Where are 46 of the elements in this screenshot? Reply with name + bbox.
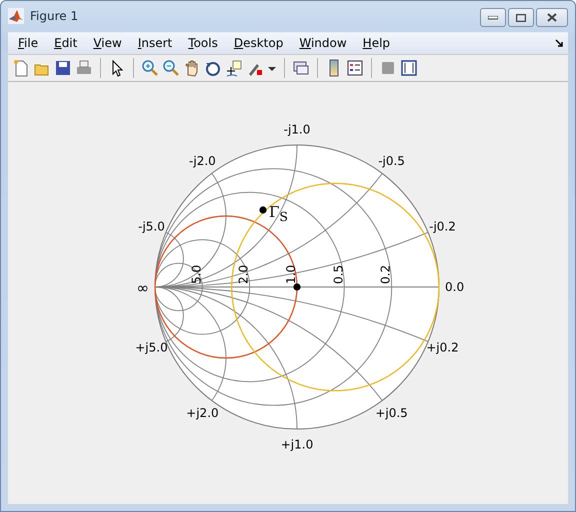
resistance-label: 0.2: [378, 264, 393, 284]
menu-item[interactable]: Tools: [180, 36, 226, 50]
window-title: Figure 1: [30, 9, 78, 24]
maximize-button[interactable]: [508, 8, 534, 27]
menu-item[interactable]: File: [10, 36, 46, 50]
close-button[interactable]: [536, 8, 568, 27]
infinity-label: ∞: [136, 279, 149, 297]
close-icon: [547, 13, 557, 22]
reactance-label: -j0.2: [429, 219, 456, 234]
reactance-label: -j0.5: [378, 154, 405, 168]
maximize-icon: [516, 14, 526, 22]
menu-item[interactable]: Help: [354, 36, 398, 50]
reactance-label: +j0.5: [375, 406, 408, 420]
reactance-label: +j5.0: [135, 340, 168, 355]
zoom-out-icon[interactable]: [162, 59, 180, 78]
menu-item[interactable]: Insert: [130, 36, 180, 50]
linked-windows-icon[interactable]: [292, 59, 310, 78]
reactance-label: -j2.0: [189, 154, 216, 168]
reactance-label: +j2.0: [186, 406, 219, 420]
app-logo-icon: [8, 8, 24, 24]
point-marker: [259, 206, 267, 214]
data-cursor-icon[interactable]: [225, 59, 243, 78]
resistance-label: 5.0: [189, 264, 204, 284]
reactance-label: +j1.0: [280, 438, 314, 452]
minimize-icon: [488, 16, 498, 20]
rotate-icon[interactable]: [204, 59, 222, 78]
menu-item[interactable]: Window: [291, 36, 355, 50]
panel-window-icon[interactable]: [400, 59, 418, 78]
resistance-label: 0.5: [331, 264, 346, 284]
resistance-label: 1.0: [284, 264, 298, 284]
resistance-label: 2.0: [236, 264, 251, 284]
reactance-label: -j1.0: [284, 122, 310, 136]
zoom-in-icon[interactable]: [141, 59, 159, 78]
menu-item[interactable]: View: [85, 36, 130, 50]
point-label: Γ$_{S}$: [269, 203, 288, 226]
reactance-label: -j5.0: [138, 219, 165, 234]
legend-icon[interactable]: [346, 59, 364, 78]
menu-item[interactable]: Desktop: [226, 36, 292, 50]
dock-arrow-icon[interactable]: [555, 38, 564, 48]
reactance-label: +j0.2: [426, 340, 459, 355]
new-file-icon[interactable]: [12, 59, 30, 78]
minimize-button[interactable]: [480, 8, 506, 27]
zero-label: 0.0: [445, 280, 464, 294]
save-icon[interactable]: [54, 59, 72, 78]
point-marker: [293, 283, 301, 291]
menu-item[interactable]: Edit: [46, 36, 86, 50]
